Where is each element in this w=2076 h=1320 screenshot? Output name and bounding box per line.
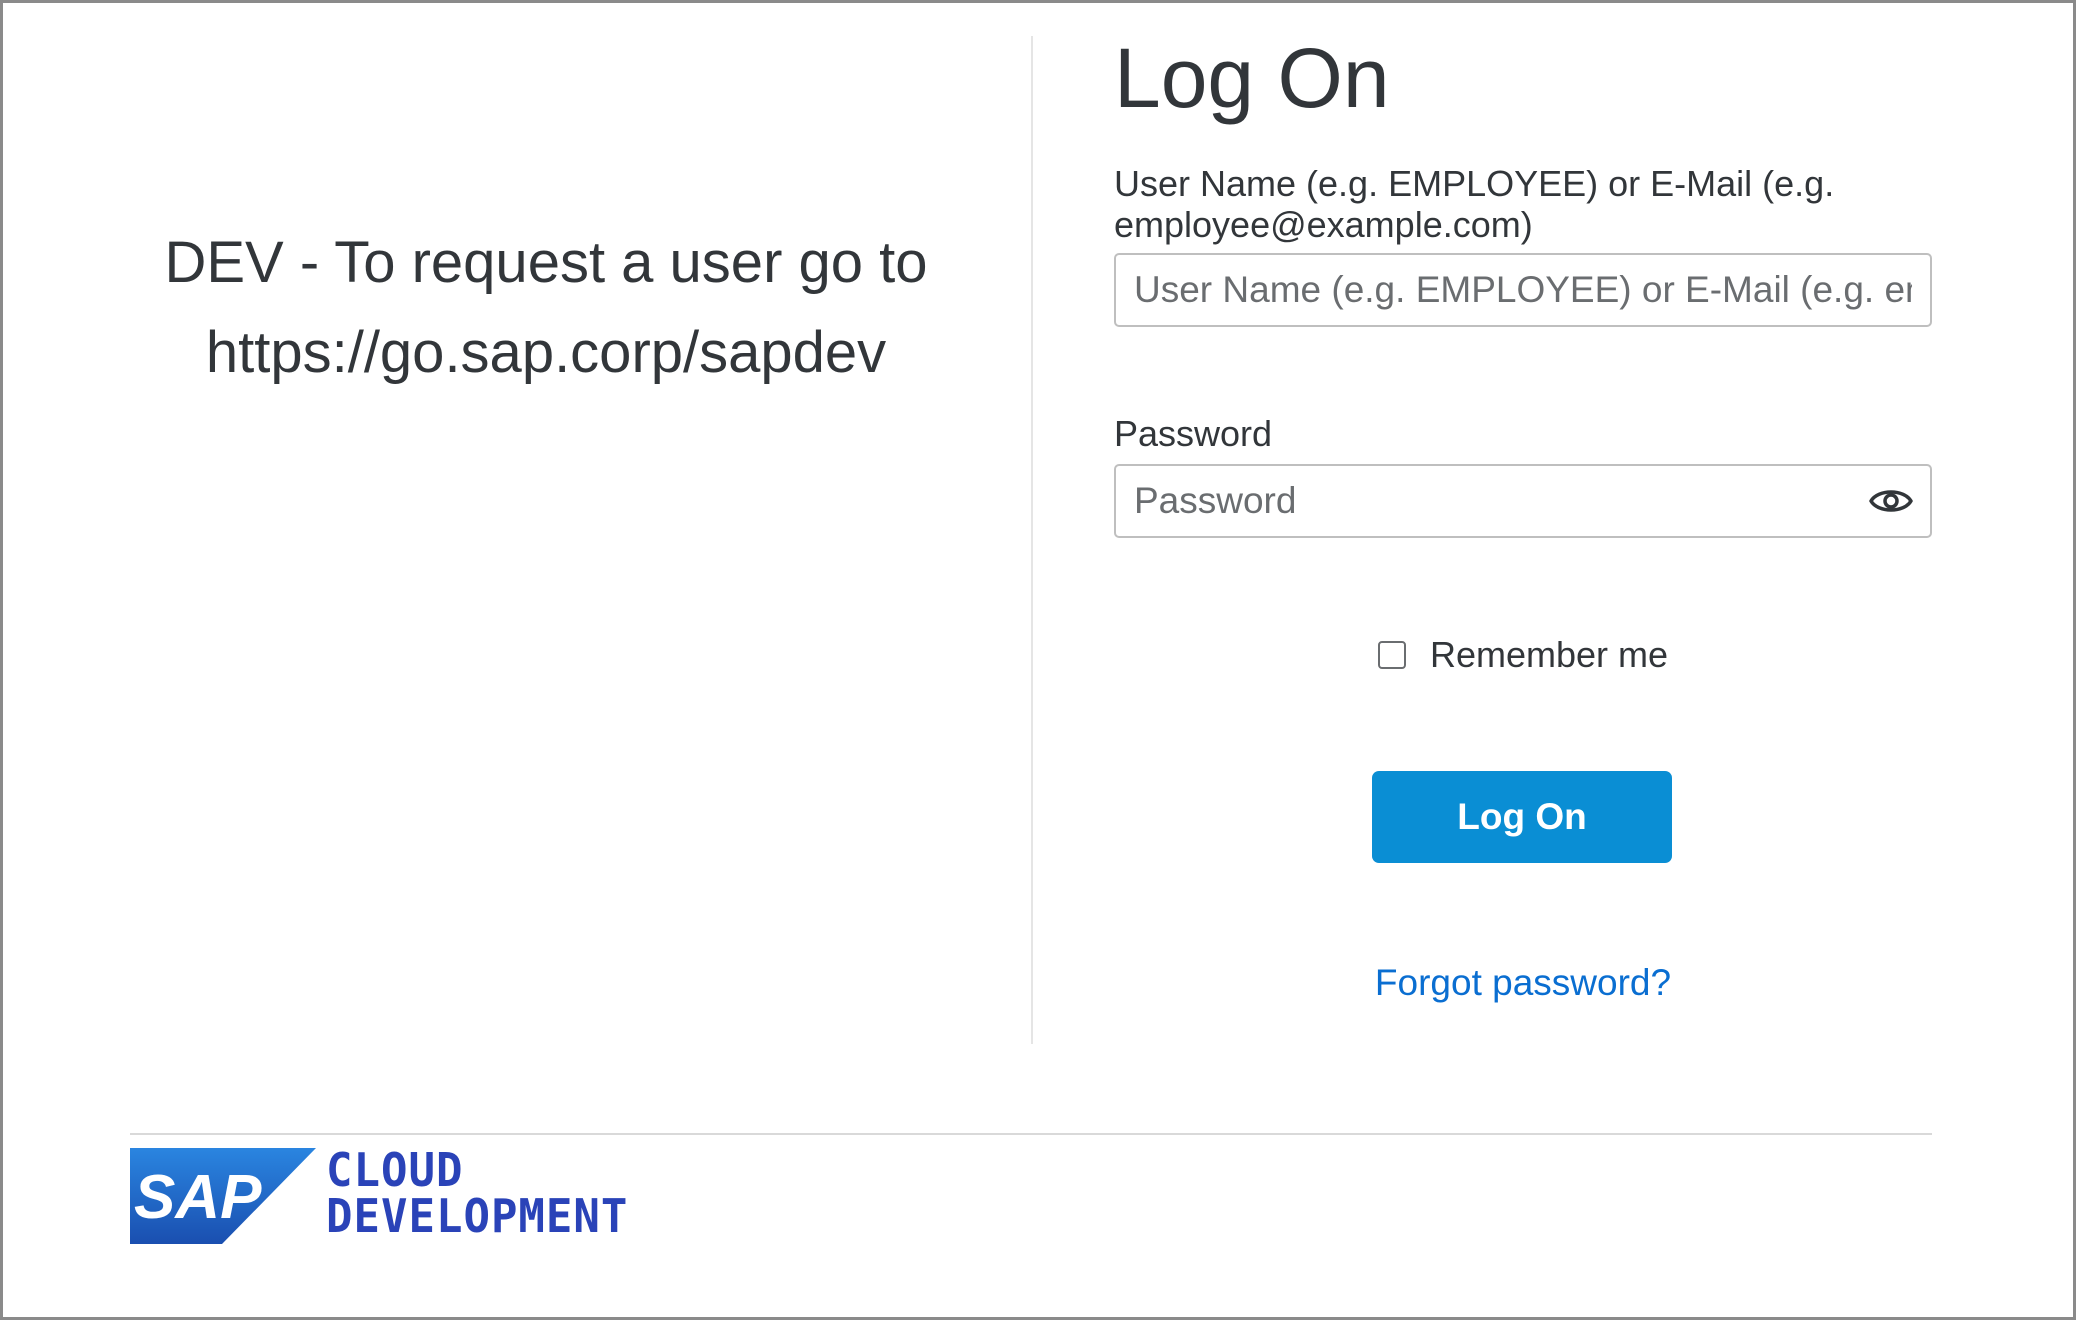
password-input[interactable] bbox=[1114, 464, 1932, 538]
remember-me-label: Remember me bbox=[1430, 634, 1669, 675]
dev-info-line-1: DEV - To request a user go to bbox=[164, 230, 928, 295]
sap-logo: SAP bbox=[130, 1148, 316, 1244]
logon-button[interactable]: Log On bbox=[1372, 771, 1672, 863]
password-label: Password bbox=[1114, 413, 1273, 454]
forgot-password-link[interactable]: Forgot password? bbox=[1114, 962, 1932, 1004]
remember-me-checkbox[interactable] bbox=[1378, 641, 1406, 669]
wordmark-line-1: CLOUD bbox=[326, 1143, 464, 1198]
dev-info-message: DEV - To request a user go to https://go… bbox=[130, 218, 962, 398]
remember-me[interactable]: Remember me bbox=[1378, 634, 1668, 676]
footer-divider bbox=[130, 1133, 1932, 1135]
eye-icon[interactable] bbox=[1868, 482, 1914, 520]
sap-logo-text: SAP bbox=[134, 1163, 262, 1232]
vertical-divider bbox=[1031, 36, 1033, 1044]
username-label: User Name (e.g. EMPLOYEE) or E-Mail (e.g… bbox=[1114, 163, 1835, 245]
wordmark-line-2: DEVELOPMENT bbox=[326, 1190, 629, 1244]
username-input[interactable] bbox=[1114, 253, 1932, 327]
cloud-development-wordmark: CLOUD DEVELOPMENT bbox=[326, 1143, 629, 1244]
dev-info-line-2: https://go.sap.corp/sapdev bbox=[205, 320, 887, 385]
page-title: Log On bbox=[1114, 31, 1390, 125]
